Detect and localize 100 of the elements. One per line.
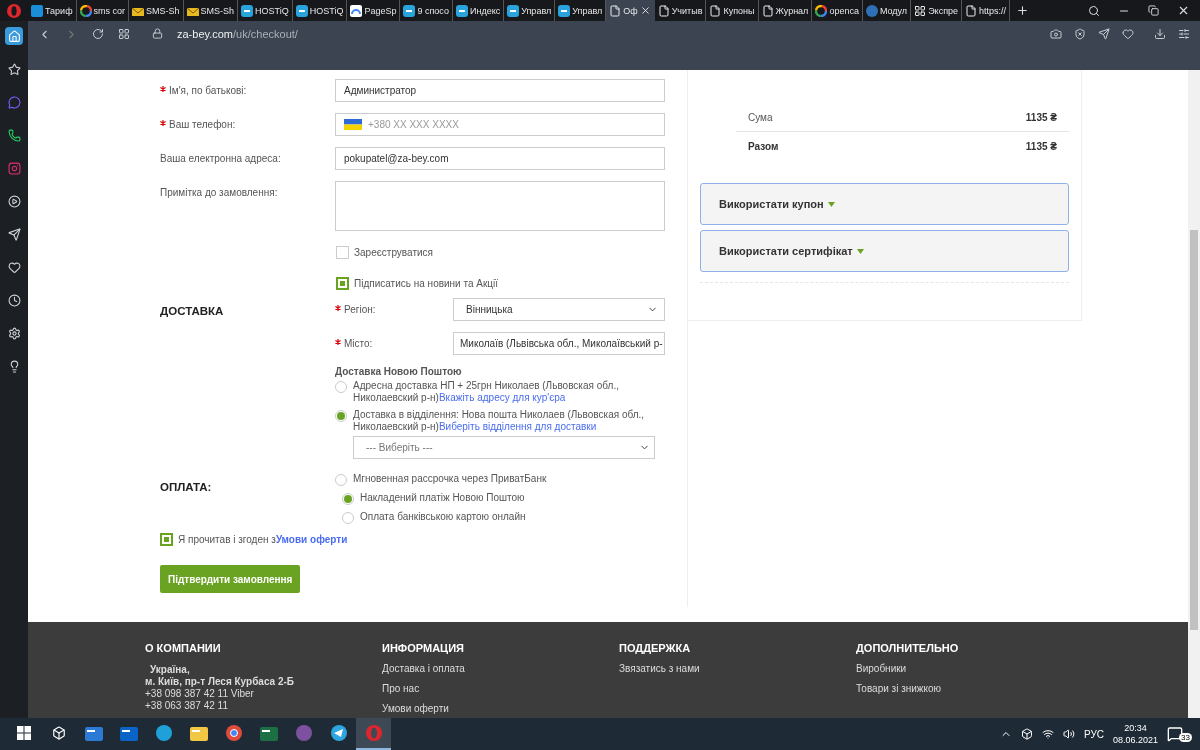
volume-icon[interactable] [1063, 728, 1075, 740]
region-select[interactable]: Вінницька [453, 298, 665, 321]
radio-button[interactable] [342, 493, 354, 505]
section-title: ОПЛАТА: [160, 480, 213, 495]
clock[interactable]: 20:34 08.06.2021 [1113, 722, 1159, 746]
checkbox-label: Підписатись на новини та Акції [354, 278, 499, 289]
radio-button[interactable] [342, 512, 354, 524]
document-icon [761, 4, 774, 17]
address-bar[interactable]: za-bey.com/uk/checkout/ [177, 28, 298, 40]
shield-icon[interactable] [1074, 28, 1086, 40]
clock-icon [7, 293, 21, 307]
summary-label: Разом [748, 141, 779, 152]
camera-icon[interactable] [1050, 28, 1062, 40]
footer-heading: ДОПОЛНИТЕЛЬНО [856, 642, 960, 654]
opera-logo-icon [7, 3, 21, 18]
footer-heading: О КОМПАНИИ [145, 642, 222, 654]
new-tab-icon[interactable] [1016, 4, 1030, 17]
collapsible-panel[interactable]: Використати сертифікат [700, 230, 1069, 272]
heart-icon[interactable] [1122, 28, 1134, 40]
checkbox-label: Зареєструватися [354, 247, 433, 258]
document-icon [609, 4, 622, 17]
sidebar-item[interactable] [5, 192, 23, 210]
field-label: Примітка до замовлення: [160, 186, 279, 198]
lock-icon [152, 28, 163, 39]
field-label: Ваша електронна адреса: [160, 152, 282, 164]
grid-icon [914, 4, 927, 17]
close-icon[interactable] [1177, 4, 1190, 17]
footer-heading: ПОДДЕРЖКА [619, 642, 692, 654]
footer-link[interactable]: Про нас [382, 679, 619, 699]
link[interactable]: Виберіть відділення для доставки [438, 421, 597, 432]
checkbox[interactable] [336, 246, 349, 259]
radio-button[interactable] [335, 474, 347, 486]
network-icon[interactable] [1042, 728, 1054, 740]
close-icon[interactable] [639, 5, 651, 16]
contact-text: Україна, [149, 664, 191, 676]
field-label: Регіон: [335, 298, 453, 321]
collapsible-panel[interactable]: Використати купон [700, 183, 1069, 225]
document-icon [965, 4, 978, 17]
footer-link[interactable]: Звязатись з нами [619, 659, 856, 679]
flag-icon [344, 119, 362, 130]
summary-value: 1135 ₴ [1025, 141, 1057, 152]
task-view-icon [51, 726, 66, 740]
text-field[interactable]: Миколаїв (Львівська обл., Миколаївський р- [453, 332, 665, 355]
sidebar-item[interactable] [5, 27, 23, 45]
windows-icon [16, 726, 31, 740]
camera-icon [7, 161, 21, 175]
square-icon [31, 4, 43, 17]
field-label: Місто: [335, 332, 453, 355]
field-label: Ваш телефон: [160, 113, 335, 130]
contact-text: м. Київ, пр-т Леся Курбаса 2-Б [145, 676, 295, 688]
text-field[interactable]: pokupatel@za-bey.com [335, 147, 665, 170]
reload-icon[interactable] [92, 28, 104, 40]
square-icon [558, 4, 571, 17]
chat-bubble-icon [7, 95, 21, 109]
browser-tab[interactable]: Оф [606, 0, 655, 21]
footer-link[interactable]: Товари зі знижкою [856, 679, 1093, 699]
sidebar-item[interactable] [5, 291, 23, 309]
contact-text: +38 098 387 42 11 Viber [145, 688, 255, 700]
send-icon [7, 227, 21, 241]
payment-option: Мгновенная рассрочка через ПриватБанк [353, 473, 547, 485]
scrollbar[interactable] [1188, 70, 1200, 718]
paper-plane-icon [329, 724, 348, 742]
settings-icon[interactable] [1178, 28, 1190, 40]
language-indicator[interactable]: РУС [1084, 728, 1105, 740]
agreement-text: Я прочитав і згоден зУмови оферти [178, 534, 348, 545]
checkbox[interactable] [336, 277, 349, 290]
summary-label: Сума [748, 111, 773, 123]
download-icon[interactable] [1154, 28, 1166, 40]
square-icon [241, 4, 254, 17]
branch-select[interactable]: --- Виберіть --- [353, 436, 655, 459]
section-title: ДОСТАВКА [160, 304, 225, 319]
footer-link[interactable]: Умови оферти [382, 699, 619, 718]
square-icon [295, 4, 308, 17]
search-icon[interactable] [1088, 4, 1100, 17]
send-icon[interactable] [1098, 28, 1110, 40]
footer-link[interactable]: Виробники [856, 659, 1093, 679]
link[interactable]: Вкажіть адресу для кур'єра [438, 392, 566, 403]
payment-option: Оплата банківською картою онлайн [360, 511, 526, 523]
footer-heading: ИНФОРМАЦИЯ [382, 642, 465, 654]
delivery-heading: Доставка Новою Поштою [335, 366, 463, 377]
delivery-option: Доставка в відділення: Нова пошта Николаев (Львовская обл., Николаевский р-н)Виберіть відділення для доставки [353, 409, 653, 433]
radio-button[interactable] [335, 410, 347, 422]
square-icon [403, 4, 416, 17]
google-icon [79, 4, 92, 17]
checkbox[interactable] [160, 533, 173, 546]
text-field[interactable]: Администратор [335, 79, 665, 102]
radio-button[interactable] [335, 381, 347, 393]
link[interactable]: Умови оферти [275, 534, 348, 545]
tabs-grid-icon[interactable] [118, 28, 130, 40]
ring-icon [364, 724, 383, 742]
summary-value: 1135 ₴ [1025, 111, 1057, 123]
square-icon [455, 4, 468, 17]
footer-link[interactable]: Доставка і оплата [382, 659, 619, 679]
circle-icon [224, 724, 243, 742]
globe-icon [865, 4, 878, 17]
delivery-option: Адресна доставка НП + 25грн Николаев (Львовская обл., Николаевский р-н)Вкажіть адресу для кур'єра [353, 380, 653, 404]
restore-icon[interactable] [1148, 5, 1159, 16]
contact-text: +38 063 387 42 11 [145, 700, 229, 712]
square-icon [507, 4, 520, 17]
textarea-field[interactable] [335, 181, 665, 231]
